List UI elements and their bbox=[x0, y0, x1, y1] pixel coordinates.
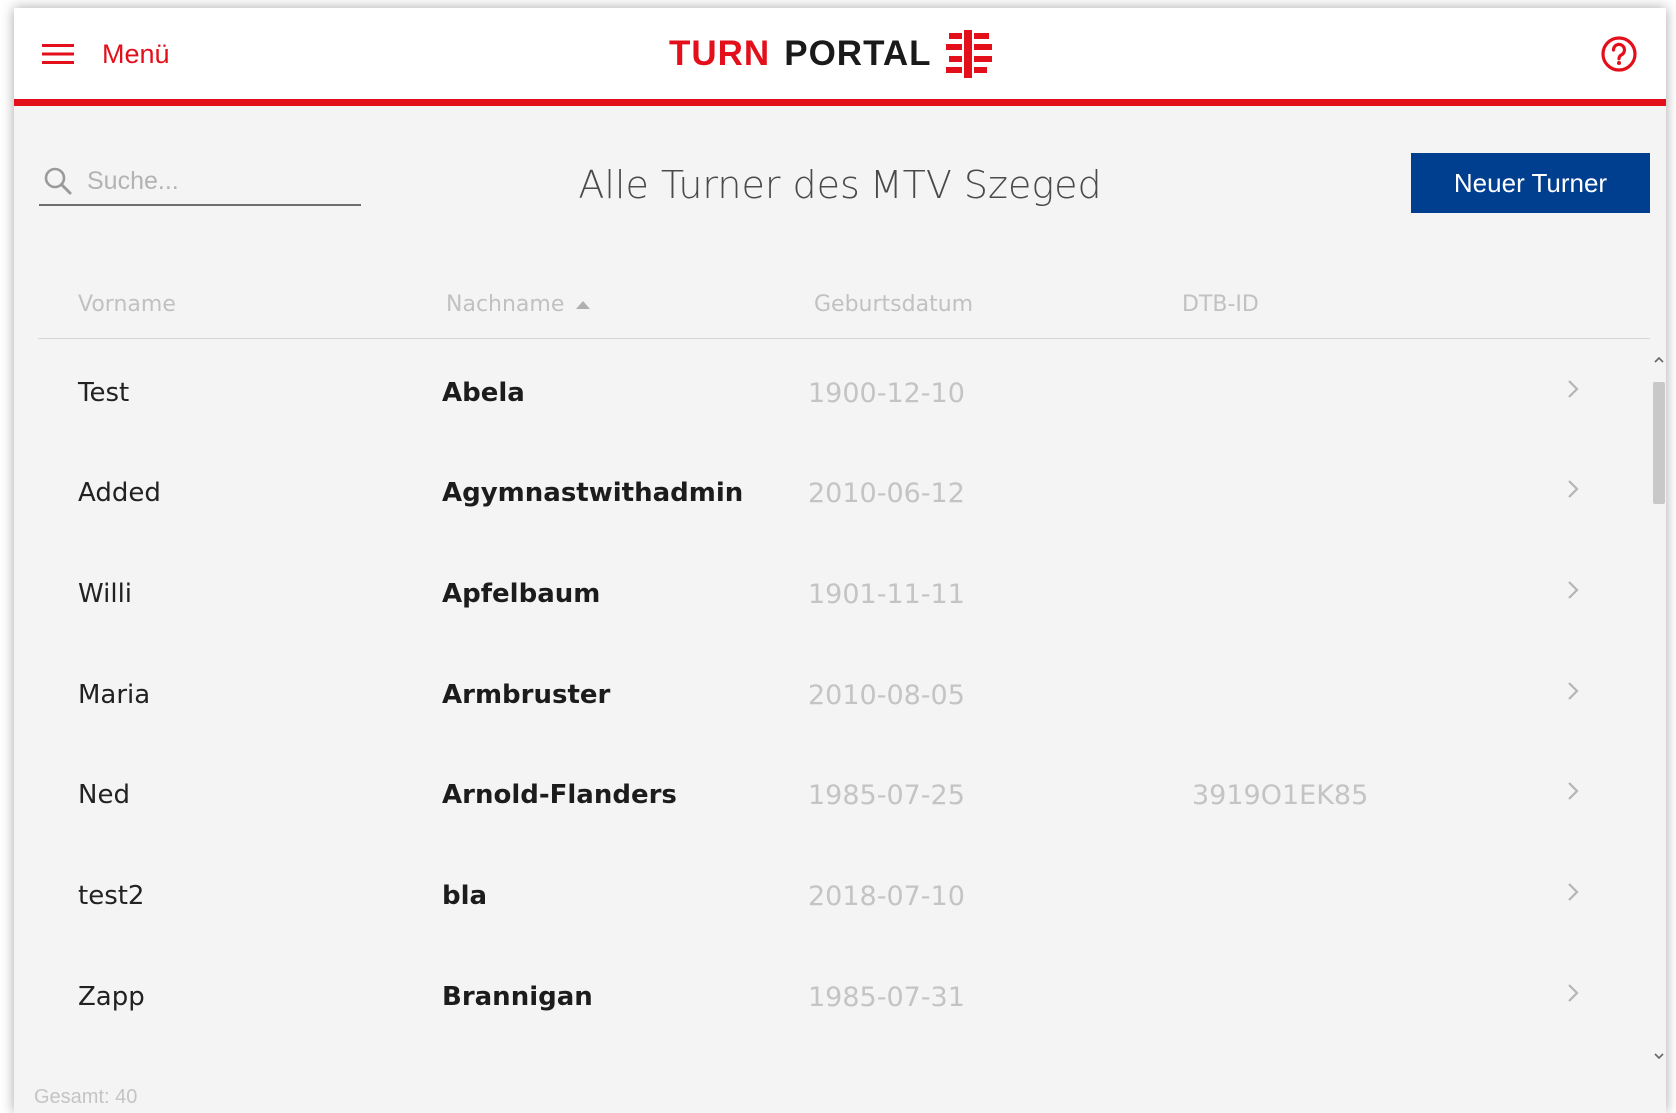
cell-vorname: Willi bbox=[78, 579, 133, 609]
cell-vorname: Ned bbox=[78, 780, 130, 810]
cell-vorname: test2 bbox=[78, 881, 145, 911]
vertical-scrollbar[interactable] bbox=[1650, 348, 1666, 1068]
cell-vorname: Added bbox=[78, 478, 161, 508]
menu-button[interactable]: Menü bbox=[42, 32, 170, 76]
brand-logo[interactable]: TURN PORTAL bbox=[669, 28, 992, 80]
table-row[interactable]: test2 bla 2018-07-10 bbox=[38, 851, 1650, 951]
cell-nachname: Brannigan bbox=[442, 982, 593, 1012]
table-row[interactable]: Willi Apfelbaum 1901-11-11 bbox=[38, 549, 1650, 649]
column-header-label: Nachname bbox=[446, 292, 565, 317]
table-row[interactable]: Zapp Brannigan 1985-07-31 bbox=[38, 952, 1650, 1048]
search-icon bbox=[44, 167, 72, 195]
cell-geburtsdatum: 2010-06-12 bbox=[808, 478, 965, 509]
total-count: Gesamt: 40 bbox=[34, 1086, 138, 1108]
cell-geburtsdatum: 2018-07-10 bbox=[808, 881, 965, 912]
column-header-vorname[interactable]: Vorname bbox=[78, 292, 176, 317]
scroll-up-arrow-icon[interactable] bbox=[1653, 354, 1665, 366]
cell-nachname: Arnold-Flanders bbox=[442, 780, 677, 810]
search-field[interactable] bbox=[39, 158, 361, 206]
cell-geburtsdatum: 1985-07-31 bbox=[808, 982, 965, 1013]
sort-ascending-icon bbox=[576, 300, 591, 309]
chevron-right-icon[interactable] bbox=[1565, 780, 1581, 802]
chevron-right-icon[interactable] bbox=[1565, 478, 1581, 500]
table-row[interactable]: Test Abela 1900-12-10 bbox=[38, 348, 1650, 448]
cell-dtb-id: 3919O1EK85 bbox=[1192, 780, 1369, 811]
dtb-logo-icon bbox=[945, 30, 992, 78]
table-header: Vorname Nachname Geburtsdatum DTB-ID bbox=[38, 270, 1650, 339]
table-row[interactable]: Maria Armbruster 2010-08-05 bbox=[38, 650, 1650, 750]
gymnast-list[interactable]: Test Abela 1900-12-10 Added Agymnastwith… bbox=[38, 348, 1650, 1048]
cell-nachname: Agymnastwithadmin bbox=[442, 478, 744, 508]
column-header-label: DTB-ID bbox=[1182, 292, 1259, 317]
cell-geburtsdatum: 1985-07-25 bbox=[808, 780, 965, 811]
search-input[interactable] bbox=[87, 166, 337, 196]
cell-geburtsdatum: 1900-12-10 bbox=[808, 378, 965, 409]
brand-turn-text: TURN bbox=[669, 34, 771, 73]
column-header-nachname[interactable]: Nachname bbox=[446, 292, 591, 317]
cell-nachname: bla bbox=[442, 881, 488, 911]
cell-nachname: Apfelbaum bbox=[442, 579, 601, 609]
table-row[interactable]: Added Agymnastwithadmin 2010-06-12 bbox=[38, 448, 1650, 548]
cell-geburtsdatum: 2010-08-05 bbox=[808, 680, 965, 711]
column-header-label: Geburtsdatum bbox=[814, 292, 974, 317]
brand-portal-text: PORTAL bbox=[784, 34, 932, 73]
cell-vorname: Test bbox=[78, 378, 130, 408]
chevron-right-icon[interactable] bbox=[1565, 982, 1581, 1004]
chevron-right-icon[interactable] bbox=[1565, 680, 1581, 702]
cell-geburtsdatum: 1901-11-11 bbox=[808, 579, 965, 610]
column-header-dtb-id[interactable]: DTB-ID bbox=[1182, 292, 1259, 317]
page-title-club: MTV Szeged bbox=[869, 163, 1102, 207]
chevron-right-icon[interactable] bbox=[1565, 378, 1581, 400]
menu-label: Menü bbox=[102, 38, 170, 69]
table-row[interactable]: Ned Arnold-Flanders 1985-07-25 3919O1EK8… bbox=[38, 750, 1650, 850]
help-icon[interactable] bbox=[1600, 35, 1638, 73]
cell-vorname: Maria bbox=[78, 680, 151, 710]
hamburger-menu-icon bbox=[42, 44, 74, 64]
cell-nachname: Armbruster bbox=[442, 680, 611, 710]
page-title-prefix: Alle Turner des bbox=[578, 163, 860, 207]
cell-vorname: Zapp bbox=[78, 982, 145, 1012]
app-window: Menü TURN PORTAL Suche... Alle Turner de… bbox=[14, 8, 1666, 1113]
chevron-right-icon[interactable] bbox=[1565, 881, 1581, 903]
cell-nachname: Abela bbox=[442, 378, 525, 408]
scrollbar-thumb[interactable] bbox=[1653, 382, 1665, 504]
new-gymnast-button[interactable]: Neuer Turner bbox=[1411, 153, 1650, 213]
app-header: Menü TURN PORTAL bbox=[14, 8, 1666, 106]
column-header-geburtsdatum[interactable]: Geburtsdatum bbox=[814, 292, 973, 317]
chevron-right-icon[interactable] bbox=[1565, 579, 1581, 601]
column-header-label: Vorname bbox=[78, 292, 176, 317]
scroll-down-arrow-icon[interactable] bbox=[1653, 1050, 1665, 1062]
